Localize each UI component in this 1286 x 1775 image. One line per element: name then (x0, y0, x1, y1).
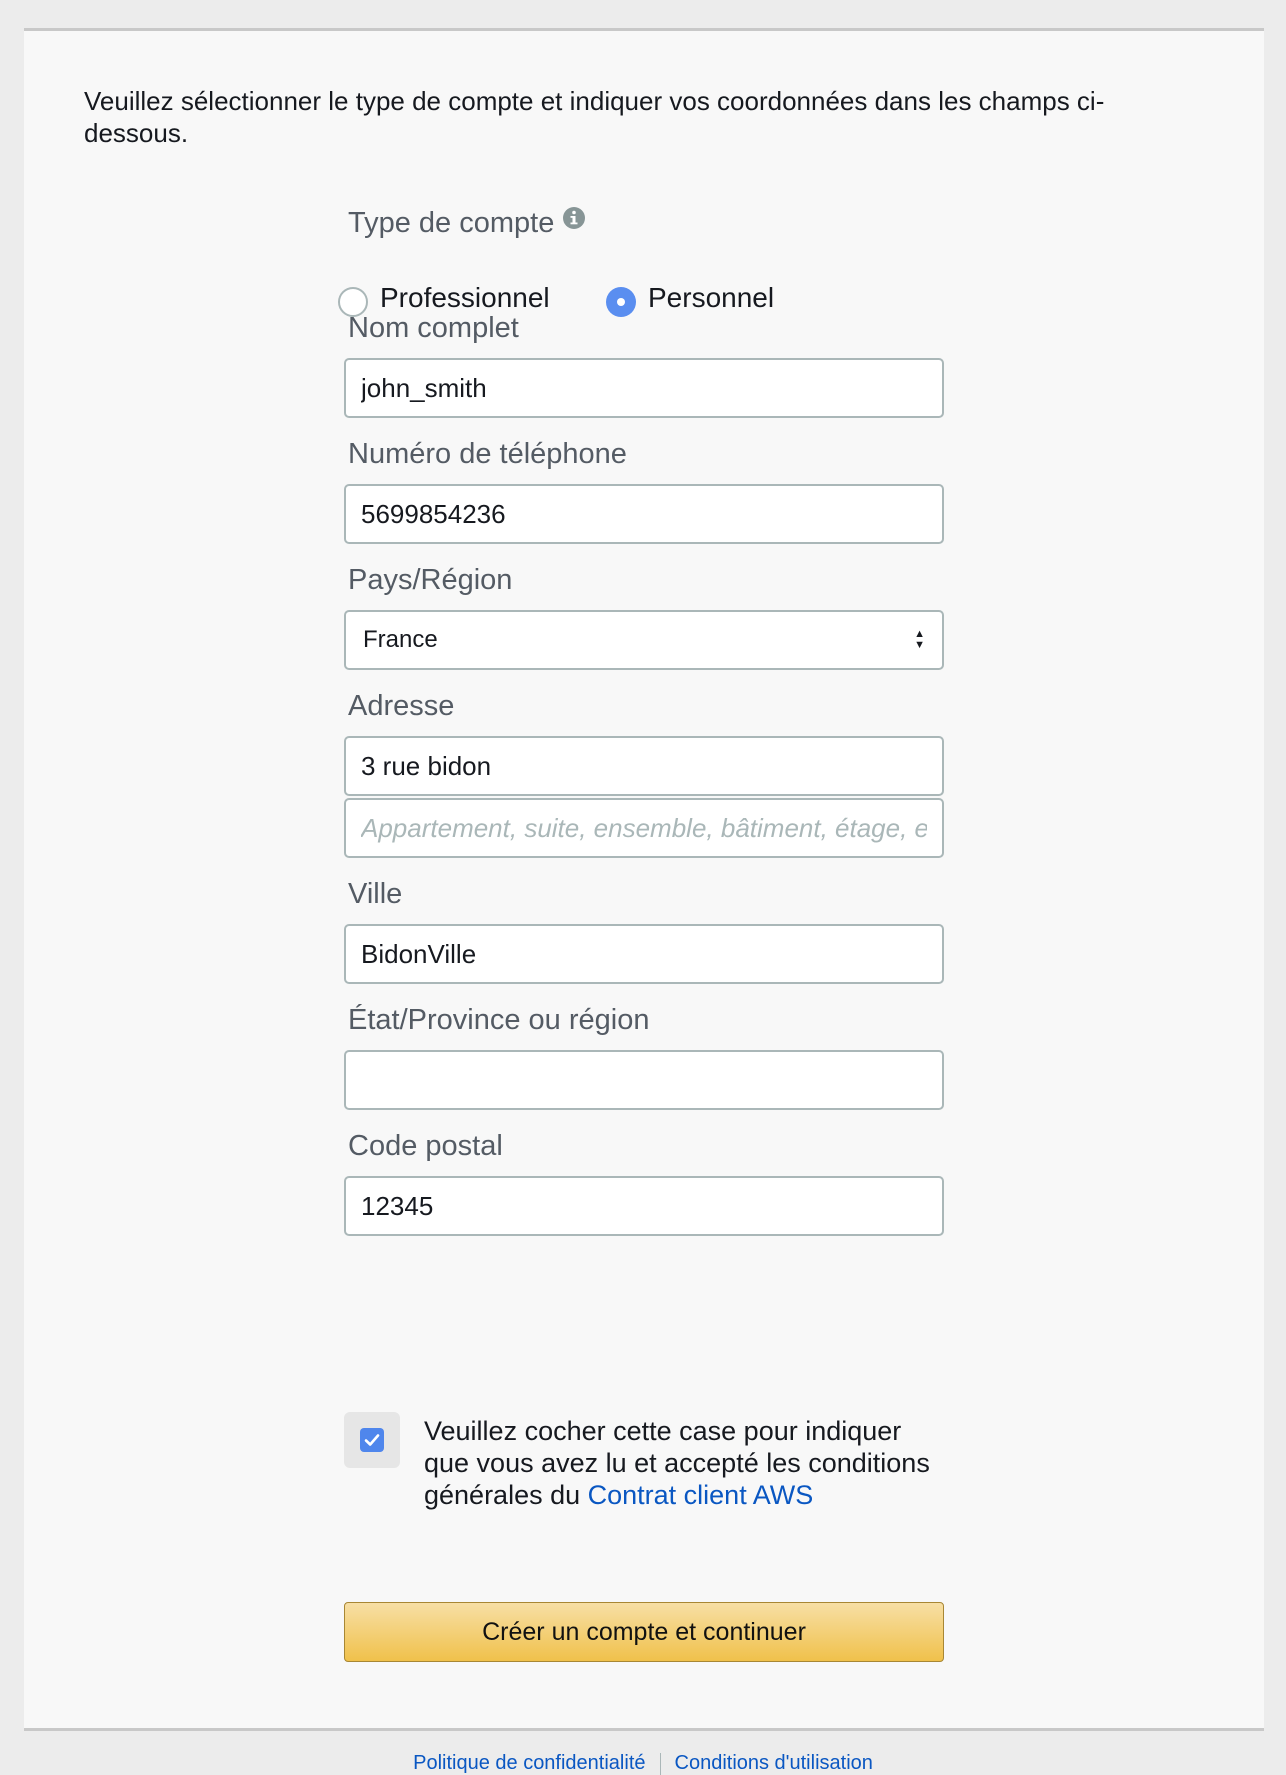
state-label: État/Province ou région (348, 1004, 650, 1036)
checkmark-icon (364, 1434, 380, 1446)
account-type-label: Type de compte (348, 205, 586, 240)
country-select[interactable]: France ▲ ▼ (344, 610, 944, 670)
radio-personnel-circle[interactable] (606, 287, 636, 317)
intro-text: Veuillez sélectionner le type de compte … (84, 86, 1105, 148)
phone-label: Numéro de téléphone (348, 438, 627, 470)
radio-personnel-label: Personnel (648, 282, 775, 313)
state-input[interactable] (344, 1050, 944, 1110)
agreement-text: Veuillez cocher cette case pour indiquer… (424, 1415, 934, 1511)
agree-checkbox[interactable] (344, 1412, 400, 1468)
address-line1-input[interactable] (344, 736, 944, 796)
full-name-label: Nom complet (348, 312, 519, 344)
footer-link-privacy[interactable]: Politique de confidentialité (413, 1752, 645, 1774)
country-label: Pays/Région (348, 564, 513, 596)
footer-divider (659, 1752, 661, 1775)
create-account-button[interactable]: Créer un compte et continuer (344, 1602, 944, 1662)
select-arrows-icon: ▲ ▼ (914, 628, 925, 651)
radio-professionnel[interactable]: Professionnel (338, 281, 550, 317)
address-line2-input[interactable] (344, 798, 944, 858)
address-label: Adresse (348, 690, 455, 722)
footer-link-terms[interactable]: Conditions d'utilisation (675, 1752, 873, 1774)
full-name-input[interactable] (344, 358, 944, 418)
phone-input[interactable] (344, 484, 944, 544)
signup-card: Veuillez sélectionner le type de compte … (24, 28, 1264, 1731)
city-label: Ville (348, 878, 403, 910)
city-input[interactable] (344, 924, 944, 984)
country-select-value: France (363, 626, 438, 653)
footer-links: Politique de confidentialité Conditions d… (0, 1752, 1286, 1775)
account-type-label-text: Type de compte (348, 207, 555, 239)
aws-customer-agreement-link[interactable]: Contrat client AWS (588, 1480, 814, 1510)
radio-professionnel-label: Professionnel (380, 282, 550, 313)
postal-code-label: Code postal (348, 1130, 503, 1162)
postal-code-input[interactable] (344, 1176, 944, 1236)
radio-personnel[interactable]: Personnel (606, 281, 775, 317)
checkbox-checked[interactable] (360, 1428, 384, 1452)
info-icon[interactable] (562, 205, 586, 238)
